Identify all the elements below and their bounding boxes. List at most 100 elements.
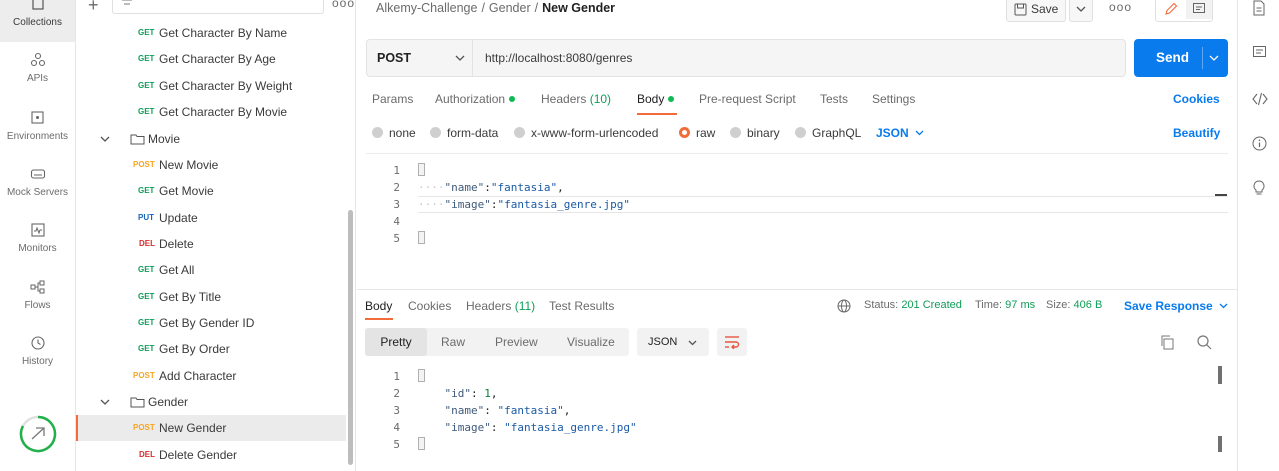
send-button[interactable]: Send	[1134, 39, 1228, 77]
tab-prerequest-script[interactable]: Pre-request Script	[699, 92, 796, 106]
request-body-editor[interactable]: 1 2 ····"name":"fantasia", 3 ····"image":"…	[366, 153, 1228, 286]
status-text[interactable]: Status: 201 Created	[864, 299, 962, 311]
list-item[interactable]: GET Get Character By Weight	[76, 73, 346, 99]
list-item[interactable]: GET Get By Order	[76, 336, 346, 362]
save-options-button[interactable]	[1069, 0, 1093, 22]
rail-item-apis[interactable]: APIs	[0, 52, 75, 84]
list-item[interactable]: GET Get By Title	[76, 284, 346, 310]
tab-tests[interactable]: Tests	[820, 92, 848, 106]
url-input[interactable]: http://localhost:8080/genres	[485, 40, 632, 76]
collections-icon	[31, 0, 44, 10]
wrap-lines-button[interactable]	[717, 328, 747, 356]
rail-item-label: Environments	[6, 131, 69, 142]
list-item[interactable]: GET Get Character By Name	[76, 20, 346, 46]
list-item[interactable]: GET Get Movie	[76, 178, 346, 204]
tab-response-headers[interactable]: Headers (11)	[466, 299, 535, 313]
tab-params[interactable]: Params	[372, 92, 413, 106]
beautify-link[interactable]: Beautify	[1173, 126, 1220, 140]
line-number: 2	[393, 387, 400, 400]
edit-mode-button[interactable]	[1158, 0, 1184, 19]
list-item[interactable]: GET Get Character By Age	[76, 46, 346, 72]
tab-headers[interactable]: Headers (10)	[541, 92, 611, 106]
list-item[interactable]: DEL Delete	[76, 231, 346, 257]
rail-item-flows[interactable]: Flows	[0, 279, 75, 311]
method-select[interactable]: POST	[367, 40, 473, 76]
editor-scrollbar[interactable]	[1215, 194, 1227, 196]
rail-item-label: Flows	[24, 300, 51, 311]
rail-item-environments[interactable]: Environments	[0, 110, 75, 142]
more-icon[interactable]: ooo	[332, 0, 355, 10]
tab-response-body[interactable]: Body	[365, 299, 392, 313]
list-item[interactable]: DEL Delete Gender	[76, 442, 346, 468]
tab-response-cookies[interactable]: Cookies	[408, 299, 451, 313]
list-item[interactable]: GET Get By Gender ID	[76, 310, 346, 336]
list-item-selected[interactable]: POST New Gender	[76, 415, 346, 441]
scrollbar-thumb[interactable]	[1218, 436, 1222, 452]
tab-pretty[interactable]: Pretty	[365, 328, 427, 356]
radio-binary[interactable]: binary	[730, 126, 780, 140]
radio-form-data[interactable]: form-data	[430, 126, 498, 140]
code-line: 2 ····"name":"fantasia",	[366, 179, 563, 196]
search-icon[interactable]	[1197, 335, 1212, 350]
tab-preview[interactable]: Preview	[495, 328, 538, 356]
tree-scrollbar[interactable]	[348, 210, 353, 465]
radio-raw[interactable]: raw	[679, 126, 715, 140]
chevron-down-icon[interactable]	[1209, 55, 1219, 62]
rail-item-history[interactable]: History	[0, 335, 75, 367]
code-icon[interactable]	[1252, 92, 1268, 106]
rail-item-label: Mock Servers	[6, 187, 69, 198]
list-item[interactable]: POST Add Character	[76, 363, 346, 389]
breadcrumb-collection[interactable]: Alkemy-Challenge	[376, 1, 477, 15]
lightbulb-icon[interactable]	[1252, 180, 1266, 196]
list-item[interactable]: GET Get All	[76, 257, 346, 283]
status-ring-icon[interactable]	[18, 414, 58, 454]
rail-item-monitors[interactable]: Monitors	[0, 222, 75, 254]
line-number: 2	[393, 181, 400, 194]
scrollbar-thumb[interactable]	[1218, 366, 1222, 384]
list-item[interactable]: GET Get Character By Movie	[76, 99, 346, 125]
tab-body[interactable]: Body	[637, 92, 675, 106]
response-format-select[interactable]: JSON	[637, 328, 709, 356]
time-text[interactable]: Time: 97 ms	[975, 299, 1035, 311]
request-name: Delete Gender	[159, 448, 238, 462]
radio-graphql[interactable]: GraphQL	[795, 126, 861, 140]
rail-item-collections[interactable]: Collections	[0, 0, 75, 42]
tab-raw[interactable]: Raw	[441, 328, 465, 356]
radio-urlencoded[interactable]: x-www-form-urlencoded	[514, 126, 658, 140]
environments-icon	[30, 111, 44, 124]
globe-icon[interactable]	[837, 299, 851, 313]
save-button[interactable]: Save	[1006, 0, 1066, 22]
comments-mode-button[interactable]	[1186, 0, 1212, 19]
line-number: 5	[393, 232, 400, 245]
chevron-down-icon	[915, 130, 924, 136]
documentation-icon[interactable]	[1252, 0, 1266, 16]
response-body-viewer[interactable]: 1 2 "id": 1, 3 "name": "fantasia", 4 "im…	[366, 366, 1228, 466]
size-text[interactable]: Size: 406 B	[1046, 299, 1102, 311]
info-icon[interactable]	[1252, 136, 1267, 151]
folder-gender[interactable]: Gender	[76, 389, 346, 415]
tab-test-results[interactable]: Test Results	[549, 299, 614, 313]
mock-servers-icon	[30, 169, 45, 179]
list-item[interactable]: POST New Movie	[76, 152, 346, 178]
cookies-link[interactable]: Cookies	[1173, 92, 1220, 106]
panel-divider[interactable]	[357, 289, 1237, 290]
request-name: New Gender	[159, 421, 227, 435]
method-badge: GET	[138, 81, 155, 90]
radio-none[interactable]: none	[372, 126, 416, 140]
breadcrumb-folder[interactable]: Gender	[489, 1, 531, 15]
save-response-button[interactable]: Save Response	[1124, 299, 1228, 313]
add-icon[interactable]: +	[88, 0, 99, 16]
tab-visualize[interactable]: Visualize	[567, 328, 615, 356]
tab-settings[interactable]: Settings	[872, 92, 915, 106]
radio-label: none	[389, 126, 416, 140]
copy-icon[interactable]	[1160, 335, 1174, 350]
filter-input[interactable]	[112, 0, 324, 14]
method-label: POST	[377, 51, 412, 65]
folder-movie[interactable]: Movie	[76, 126, 346, 152]
list-item[interactable]: PUT Update	[76, 205, 346, 231]
more-icon[interactable]: ooo	[1109, 0, 1132, 14]
comment-icon[interactable]	[1252, 45, 1267, 60]
tab-authorization[interactable]: Authorization	[435, 92, 516, 106]
rail-item-mock-servers[interactable]: Mock Servers	[0, 166, 75, 198]
body-format-select[interactable]: JSON	[876, 126, 924, 140]
